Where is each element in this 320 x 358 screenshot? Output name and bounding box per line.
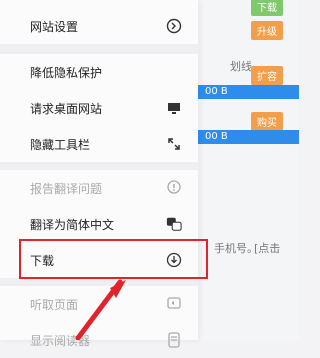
menu-item-report-translation: 报告翻译问题 [0,170,198,206]
desktop-icon [166,100,182,116]
bg-text-2: 手机号。 [214,242,258,255]
collapse-arrows-icon [166,136,182,152]
menu-item-label: 报告翻译问题 [30,181,103,196]
menu-item-label: 网站设置 [30,19,79,34]
expand-badge[interactable]: 扩容 [251,66,283,85]
menu-separator [0,162,198,170]
menu-item-label: 请求桌面网站 [30,101,103,116]
gear-icon [166,18,182,34]
menu-item-label: 翻译为简体中文 [30,217,115,232]
menu-item-translate[interactable]: 翻译为简体中文 [0,206,198,242]
top-badge: 下载 [251,0,283,16]
menu-item-label: 降低隐私保护 [30,65,103,80]
menu-item-reduce-privacy[interactable]: 降低隐私保护 [0,54,198,90]
translate-icon [166,216,182,232]
alert-bubble-icon [166,180,182,196]
size-bar-1: 00 B [197,85,299,99]
menu-item-label: 隐藏工具栏 [30,137,91,152]
menu-item-hide-toolbar[interactable]: 隐藏工具栏 [0,126,198,162]
buy-badge[interactable]: 购买 [251,112,283,131]
menu-item-website-settings[interactable]: 网站设置 [0,8,198,44]
annotation-arrow [75,279,126,340]
size-bar-2: 00 B [197,130,299,144]
bg-link[interactable]: [点击 [254,240,280,256]
menu-separator [0,44,198,54]
menu-item-request-desktop[interactable]: 请求桌面网站 [0,90,198,126]
upgrade-badge[interactable]: 升级 [251,21,283,40]
